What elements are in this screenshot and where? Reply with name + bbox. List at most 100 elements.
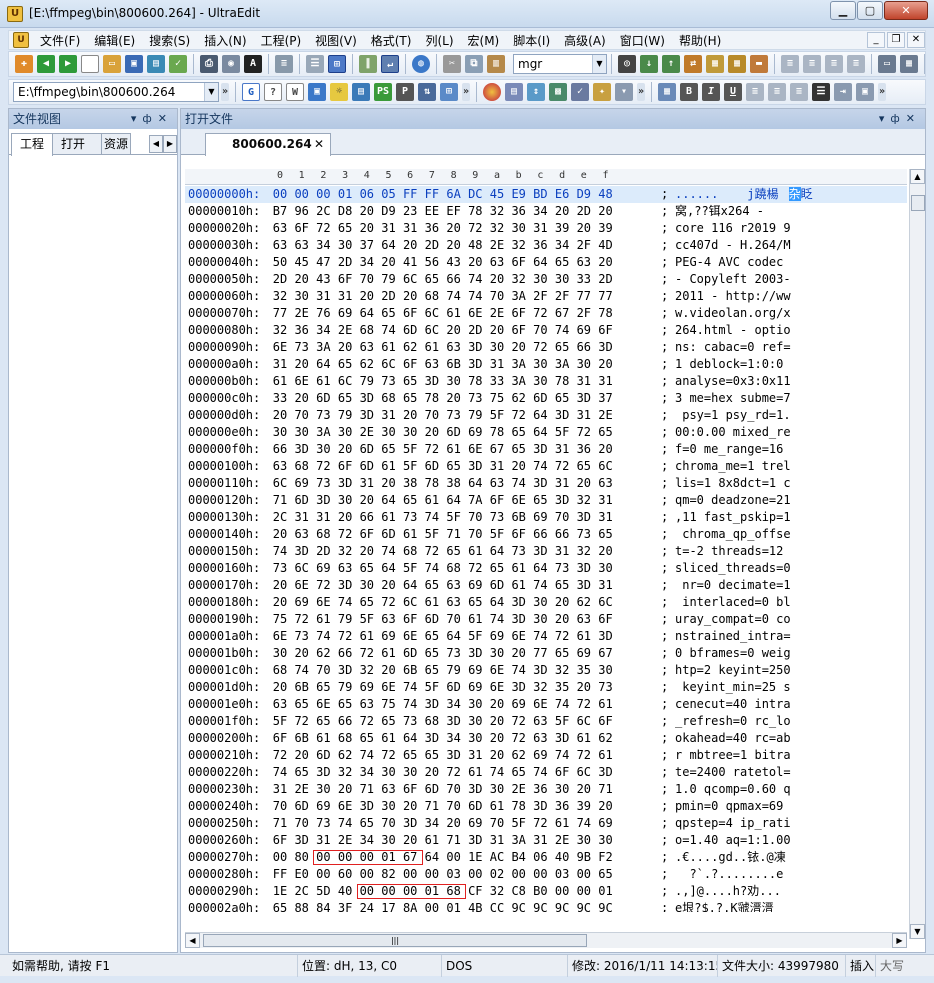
hex-byte[interactable]: 2D — [380, 288, 398, 305]
hex-byte[interactable]: 72 — [336, 628, 354, 645]
hex-byte[interactable]: 72 — [575, 747, 593, 764]
hex-byte[interactable]: 74 — [358, 747, 376, 764]
hex-byte[interactable]: 70 — [423, 407, 441, 424]
sort-icon[interactable]: ↕ — [527, 83, 545, 101]
hex-byte[interactable]: 20 — [510, 458, 528, 475]
ascii-text[interactable]: te=2400 ratetol= — [675, 764, 905, 781]
hex-byte[interactable]: 3D — [466, 356, 484, 373]
scroll-up-icon[interactable]: ▲ — [910, 169, 925, 184]
hex-byte[interactable]: 31 — [597, 577, 615, 594]
menu-edit[interactable]: 编辑(E) — [87, 32, 142, 49]
hex-byte[interactable]: 3D — [597, 764, 615, 781]
hex-byte[interactable]: 39 — [597, 220, 615, 237]
hex-byte[interactable]: 61 — [445, 305, 463, 322]
hex-byte[interactable]: 32 — [510, 237, 528, 254]
hex-byte[interactable]: 61 — [597, 696, 615, 713]
hex-byte[interactable]: 79 — [380, 271, 398, 288]
hex-byte[interactable]: 1E — [271, 883, 289, 900]
hex-byte[interactable]: 6F — [510, 526, 528, 543]
hex-byte[interactable]: BD — [531, 186, 549, 203]
hex-byte[interactable]: 74 — [271, 764, 289, 781]
hex-byte[interactable]: 74 — [488, 611, 506, 628]
tile-windows-icon[interactable]: ▦ — [900, 55, 918, 73]
hex-byte[interactable]: 6B — [293, 679, 311, 696]
ascii-text[interactable]: w.videolan.org/x — [675, 305, 905, 322]
hex-byte[interactable]: 00 — [466, 866, 484, 883]
hex-byte[interactable]: 73 — [401, 713, 419, 730]
hex-byte[interactable]: 72 — [423, 441, 441, 458]
hex-byte[interactable]: 65 — [401, 747, 419, 764]
hex-byte[interactable]: 20 — [401, 288, 419, 305]
status-insert-mode[interactable]: 插入 — [846, 955, 876, 977]
hex-byte[interactable]: 65 — [466, 594, 484, 611]
ascii-text[interactable]: r mbtree=1 bitra — [675, 747, 905, 764]
hex-byte[interactable]: 62 — [358, 356, 376, 373]
hex-byte[interactable]: 3D — [466, 339, 484, 356]
hex-byte[interactable]: 67 — [553, 305, 571, 322]
menu-macro[interactable]: 宏(M) — [461, 32, 507, 49]
hex-byte[interactable]: 3A — [314, 339, 332, 356]
hex-byte[interactable]: 72 — [358, 713, 376, 730]
hex-byte[interactable]: 2E — [358, 424, 376, 441]
hex-byte[interactable]: 34 — [445, 696, 463, 713]
hex-byte[interactable]: 64 — [445, 628, 463, 645]
hex-byte[interactable]: 73 — [314, 475, 332, 492]
hex-byte[interactable]: 2C — [271, 509, 289, 526]
hex-byte[interactable]: 79 — [466, 407, 484, 424]
hex-byte[interactable]: 20 — [510, 339, 528, 356]
hex-byte[interactable]: 64 — [531, 560, 549, 577]
hex-byte[interactable]: 66 — [553, 526, 571, 543]
hex-byte[interactable]: 6D — [423, 781, 441, 798]
hex-byte[interactable]: 2D — [575, 203, 593, 220]
hex-byte[interactable]: 6D — [293, 798, 311, 815]
hex-byte[interactable]: 65 — [336, 220, 354, 237]
hex-byte[interactable]: 72 — [531, 305, 549, 322]
hex-byte[interactable]: 63 — [445, 594, 463, 611]
hex-byte[interactable]: 01 — [445, 900, 463, 912]
hex-byte[interactable]: 00 — [445, 849, 463, 866]
hex-byte[interactable]: 65 — [293, 764, 311, 781]
hex-byte[interactable]: 20 — [401, 407, 419, 424]
color-picker-icon[interactable] — [483, 83, 501, 101]
justify-icon[interactable]: ≡ — [847, 55, 865, 73]
hex-byte[interactable]: 24 — [358, 900, 376, 912]
hex-byte[interactable]: 74 — [531, 764, 549, 781]
tab-open[interactable]: 打开 — [52, 133, 103, 154]
hex-byte[interactable]: 34 — [553, 237, 571, 254]
hex-byte[interactable]: 61 — [466, 611, 484, 628]
hex-byte[interactable]: 31 — [597, 373, 615, 390]
hex-byte[interactable]: 61 — [445, 441, 463, 458]
menu-project[interactable]: 工程(P) — [254, 32, 309, 49]
browser-globe-icon[interactable]: ◍ — [412, 55, 430, 73]
hex-byte[interactable]: 2E — [293, 781, 311, 798]
hex-byte[interactable]: 72 — [553, 458, 571, 475]
hex-byte[interactable]: 3D — [466, 458, 484, 475]
hex-byte[interactable]: 63 — [336, 560, 354, 577]
hex-byte[interactable]: 72 — [380, 747, 398, 764]
hex-byte[interactable]: 3D — [510, 594, 528, 611]
hex-byte[interactable]: 3D — [445, 747, 463, 764]
hex-byte[interactable]: 20 — [358, 543, 376, 560]
hex-byte[interactable]: 20 — [488, 322, 506, 339]
hex-byte[interactable]: 68 — [423, 713, 441, 730]
ascii-text[interactable]: sliced_threads=0 — [675, 560, 905, 577]
hex-byte[interactable]: 65 — [380, 305, 398, 322]
find-binoculars-icon[interactable]: ◎ — [618, 55, 636, 73]
hex-byte[interactable]: 2C — [314, 203, 332, 220]
hex-byte[interactable]: 20 — [293, 747, 311, 764]
hex-byte[interactable]: 20 — [597, 543, 615, 560]
hex-byte[interactable]: 00 — [575, 866, 593, 883]
hex-byte[interactable]: 43 — [445, 254, 463, 271]
hex-byte[interactable]: 6C — [597, 458, 615, 475]
hex-byte[interactable]: 9C — [553, 900, 571, 912]
hex-byte[interactable]: 70 — [445, 781, 463, 798]
hex-byte[interactable]: 70 — [466, 526, 484, 543]
hex-byte[interactable]: 3D — [423, 373, 441, 390]
hex-byte[interactable]: 3D — [553, 730, 571, 747]
hex-byte[interactable]: 2C — [293, 883, 311, 900]
ascii-text[interactable]: uray_compat=0 co — [675, 611, 905, 628]
hex-byte[interactable]: 65 — [358, 560, 376, 577]
chevron-down-icon[interactable]: ▼ — [204, 83, 218, 101]
hex-byte[interactable]: 69 — [293, 594, 311, 611]
hex-byte[interactable]: 69 — [531, 747, 549, 764]
